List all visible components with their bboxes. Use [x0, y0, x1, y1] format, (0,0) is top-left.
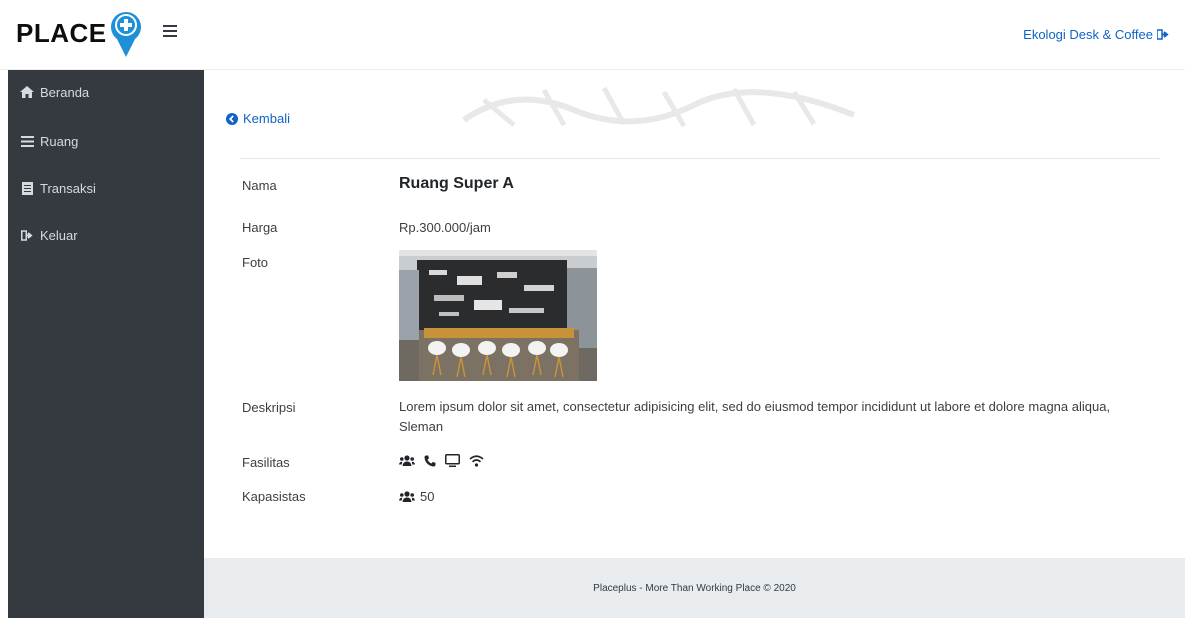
home-icon	[20, 85, 34, 99]
back-link[interactable]: Kembali	[226, 111, 290, 126]
sidebar-item-label: Transaksi	[40, 181, 96, 196]
users-icon	[399, 490, 415, 502]
sidebar-item-label: Keluar	[40, 228, 78, 243]
bars-icon	[20, 135, 34, 149]
capacity: 50	[399, 489, 434, 504]
sign-out-icon	[1157, 29, 1169, 40]
circle-arrow-left-icon	[226, 112, 238, 125]
university-watermark-logo	[462, 86, 856, 128]
sidebar: Beranda Ruang Transaksi Keluar	[8, 70, 204, 618]
deskripsi-label: Deskripsi	[242, 400, 296, 415]
brand-logo[interactable]: PLACE	[16, 8, 143, 58]
users-icon	[399, 454, 415, 466]
menu-toggle-icon[interactable]	[163, 25, 177, 39]
facilities-list	[399, 454, 484, 467]
sidebar-item-label: Ruang	[40, 134, 79, 149]
sidebar-item-keluar[interactable]: Keluar	[8, 212, 204, 259]
fasilitas-label: Fasilitas	[242, 455, 290, 470]
room-description: Lorem ipsum dolor sit amet, consectetur …	[399, 399, 1111, 434]
store-account-link[interactable]: Ekologi Desk & Coffee	[1023, 27, 1169, 42]
back-label: Kembali	[243, 111, 290, 126]
logo-text: PLACE	[16, 17, 107, 48]
footer: Placeplus - More Than Working Place © 20…	[204, 558, 1185, 618]
main-content: Kembali Nama Ruang Super A Harga Rp.300.…	[204, 70, 1185, 558]
room-price: Rp.300.000/jam	[399, 220, 491, 235]
divider	[240, 158, 1160, 159]
logo-plus-pin-icon	[109, 8, 143, 58]
room-photo	[399, 250, 597, 381]
sidebar-item-ruang[interactable]: Ruang	[8, 118, 204, 165]
room-name: Ruang Super A	[399, 175, 514, 192]
sidebar-item-beranda[interactable]: Beranda	[8, 66, 204, 118]
store-name: Ekologi Desk & Coffee	[1023, 27, 1153, 42]
sidebar-item-label: Beranda	[40, 84, 90, 100]
wifi-icon	[469, 454, 484, 467]
monitor-icon	[445, 454, 460, 467]
kapasitas-label: Kapasistas	[242, 489, 306, 504]
sidebar-item-transaksi[interactable]: Transaksi	[8, 165, 204, 212]
sign-out-icon	[20, 229, 34, 243]
harga-label: Harga	[242, 220, 278, 235]
phone-icon	[424, 455, 436, 467]
top-navbar: PLACE Ekologi Desk & Coffee	[0, 0, 1185, 70]
footer-text: Placeplus - More Than Working Place © 20…	[593, 582, 796, 594]
nama-label: Nama	[242, 178, 277, 193]
document-icon	[20, 182, 34, 196]
foto-label: Foto	[242, 255, 269, 270]
capacity-value: 50	[420, 489, 435, 504]
